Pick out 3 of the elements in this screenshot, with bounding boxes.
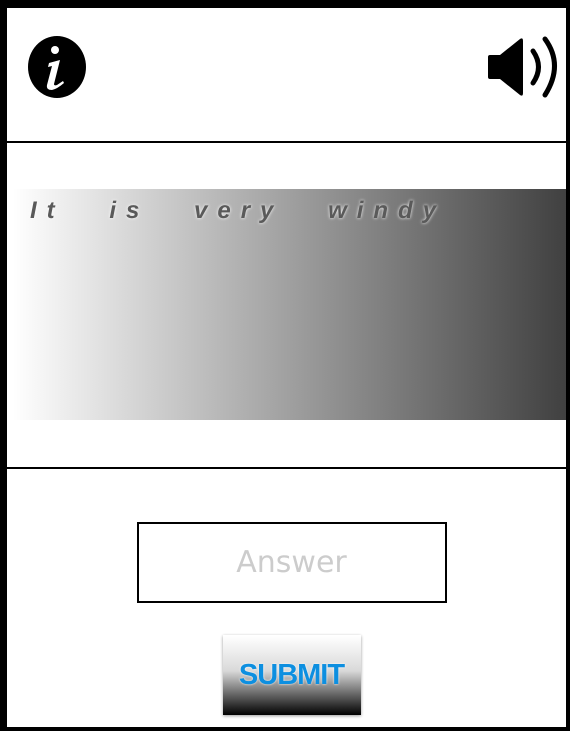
info-icon[interactable]	[27, 35, 87, 99]
captcha-text: It is very windy	[30, 197, 446, 224]
submit-button[interactable]: SUBMIT	[222, 635, 360, 715]
